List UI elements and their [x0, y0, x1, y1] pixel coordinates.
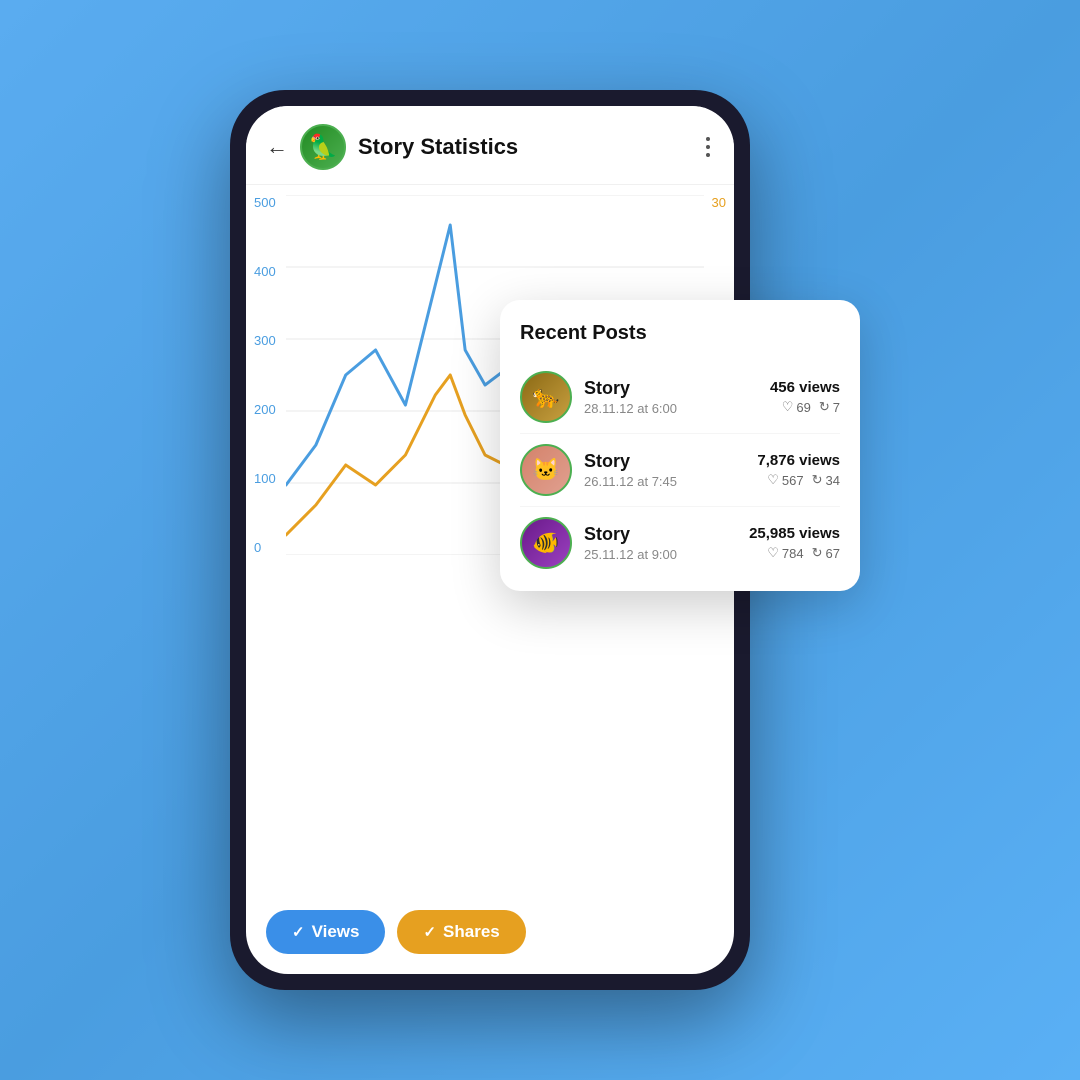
more-options-button[interactable] [702, 133, 714, 161]
post-stats-3: 25,985 views ♡ 784 ↻ 67 [749, 525, 840, 561]
page-title: Story Statistics [358, 134, 702, 160]
post-avatar-3: 🐠 [520, 517, 572, 569]
post-engagement-1: ♡ 69 ↻ 7 [770, 399, 840, 415]
y-label-0: 0 [254, 540, 276, 555]
post-views-2: 7,876 views [757, 452, 840, 469]
recent-posts-title: Recent Posts [520, 322, 840, 345]
post-stats-2: 7,876 views ♡ 567 ↻ 34 [757, 452, 840, 488]
post-item-3[interactable]: 🐠 Story 25.11.12 at 9:00 25,985 views ♡ … [520, 507, 840, 569]
post-info-3: Story 25.11.12 at 9:00 [584, 524, 737, 562]
post-name-2: Story [584, 451, 745, 472]
y-label-200: 200 [254, 402, 276, 417]
post-info-2: Story 26.11.12 at 7:45 [584, 451, 745, 489]
profile-avatar: 🦜 [300, 124, 346, 170]
post-views-1: 456 views [770, 379, 840, 396]
post-likes-3: ♡ 784 [767, 545, 803, 561]
post-name-3: Story [584, 524, 737, 545]
filter-buttons: ✓ Views ✓ Shares [246, 896, 734, 974]
post-likes-1: ♡ 69 [782, 399, 811, 415]
back-button[interactable]: ← [266, 134, 288, 160]
post-name-1: Story [584, 378, 758, 399]
post-likes-2: ♡ 567 [767, 472, 803, 488]
post-item-2[interactable]: 🐱 Story 26.11.12 at 7:45 7,876 views ♡ 5… [520, 434, 840, 507]
post-avatar-2: 🐱 [520, 444, 572, 496]
post-date-2: 26.11.12 at 7:45 [584, 474, 745, 489]
y-right-30: 30 [712, 195, 726, 210]
y-label-300: 300 [254, 333, 276, 348]
views-button[interactable]: ✓ Views [266, 910, 385, 954]
views-label: Views [312, 922, 360, 942]
post-info-1: Story 28.11.12 at 6:00 [584, 378, 758, 416]
y-label-100: 100 [254, 471, 276, 486]
post-shares-1: ↻ 7 [819, 399, 840, 415]
shares-label: Shares [443, 922, 500, 942]
post-engagement-2: ♡ 567 ↻ 34 [757, 472, 840, 488]
post-avatar-1: 🐆 [520, 371, 572, 423]
y-label-400: 400 [254, 264, 276, 279]
views-check-icon: ✓ [292, 923, 305, 941]
app-header: ← 🦜 Story Statistics [246, 106, 734, 185]
y-axis-left: 500 400 300 200 100 0 [254, 195, 276, 555]
recent-posts-card: Recent Posts 🐆 Story 28.11.12 at 6:00 45… [500, 300, 860, 591]
phone-wrapper: ← 🦜 Story Statistics 500 400 300 [230, 90, 850, 990]
y-label-500: 500 [254, 195, 276, 210]
post-stats-1: 456 views ♡ 69 ↻ 7 [770, 379, 840, 415]
post-shares-2: ↻ 34 [812, 472, 840, 488]
post-date-3: 25.11.12 at 9:00 [584, 547, 737, 562]
post-date-1: 28.11.12 at 6:00 [584, 401, 758, 416]
shares-check-icon: ✓ [423, 923, 436, 941]
post-item-1[interactable]: 🐆 Story 28.11.12 at 6:00 456 views ♡ 69 … [520, 361, 840, 434]
post-shares-3: ↻ 67 [812, 545, 840, 561]
post-views-3: 25,985 views [749, 525, 840, 542]
shares-button[interactable]: ✓ Shares [397, 910, 525, 954]
post-engagement-3: ♡ 784 ↻ 67 [749, 545, 840, 561]
